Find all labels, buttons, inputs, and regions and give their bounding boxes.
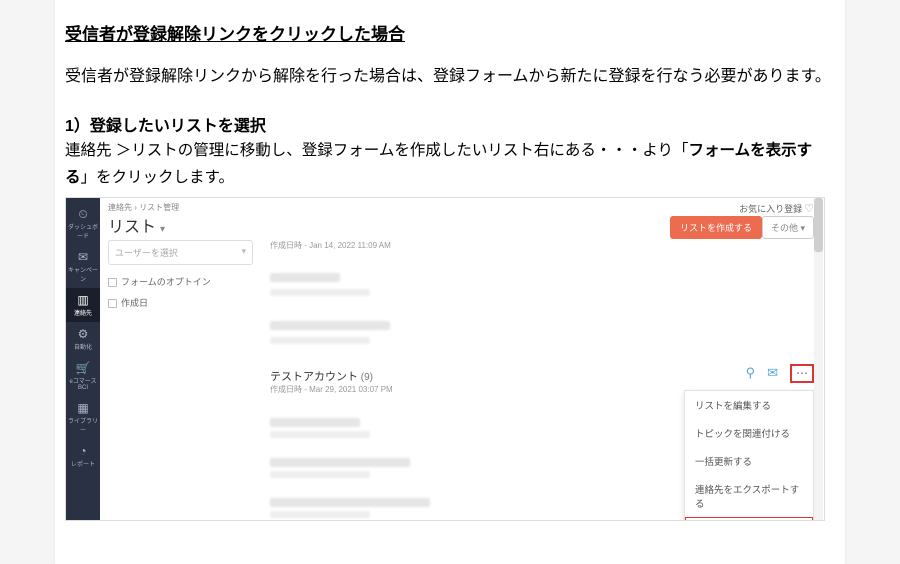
filter-optin-checkbox[interactable]: フォームのオプトイン <box>108 275 253 288</box>
section-description: 受信者が登録解除リンクから解除を行った場合は、登録フォームから新たに登録を行なう… <box>65 63 835 90</box>
nav-label: 自動化 <box>74 345 92 351</box>
section-title: 受信者が登録解除リンクをクリックした場合 <box>65 20 835 45</box>
nav-item-5[interactable]: ▦ ライブラリー <box>66 396 100 439</box>
favorites-toggle[interactable]: お気に入り登録♡ <box>739 202 814 215</box>
step-desc-text-2: 」をクリックします。 <box>81 169 234 186</box>
filter-panel: ユーザーを選択 フォームのオプトイン 作成日 <box>108 240 253 317</box>
nav-label: ライブラリー <box>68 419 98 434</box>
chevron-down-icon[interactable]: ▾ <box>160 224 165 235</box>
list-row-name: テストアカウント <box>270 371 358 383</box>
step-title: 1）登録したいリストを選択 <box>65 112 835 136</box>
page-title: リスト▾ <box>108 213 165 237</box>
nav-label: レポート <box>71 462 95 468</box>
user-select[interactable]: ユーザーを選択 <box>108 240 253 265</box>
list-area: 作成日時 - Jan 14, 2022 11:09 AM テストアカウント (9… <box>270 240 814 520</box>
main-area: 連絡先 › リスト管理 リスト▾ お気に入り登録♡ リストを作成する その他 ▾… <box>100 198 824 520</box>
dropdown-item[interactable]: 一括更新する <box>685 447 813 475</box>
nav-icon: ▥ <box>66 294 100 306</box>
create-list-button[interactable]: リストを作成する <box>670 216 762 239</box>
nav-sidebar: ⏲ ダッシュボード ✉ キャンペーン ▥ 連絡先 ⚙ 自動化 🛒 eコマース BCI ▦ ライブラリー… <box>66 198 100 520</box>
filter-created-checkbox[interactable]: 作成日 <box>108 296 253 309</box>
contacts-icon[interactable]: ⚲ <box>746 365 756 381</box>
step-description: 連絡先 ＞リストの管理に移動し、登録フォームを作成したいリスト右にある・・・より… <box>65 138 835 191</box>
heart-icon: ♡ <box>804 203 814 215</box>
dropdown-item[interactable]: 連絡先をエクスポートする <box>685 475 813 517</box>
nav-icon: 🛒 <box>66 362 100 374</box>
mail-icon[interactable]: ✉ <box>767 365 778 381</box>
dropdown-item[interactable]: リストを編集する <box>685 391 813 419</box>
dropdown-item[interactable]: フォームを表示する <box>685 517 813 521</box>
nav-icon: ⏲ <box>66 208 100 220</box>
nav-icon: ◔ <box>66 445 100 457</box>
nav-icon: ⚙ <box>66 328 100 340</box>
step-desc-text-1: 連絡先 ＞リストの管理に移動し、登録フォームを作成したいリスト右にある・・・より… <box>65 142 689 159</box>
more-actions-button[interactable]: ⋯ <box>790 364 814 383</box>
nav-item-4[interactable]: 🛒 eコマース BCI <box>66 356 100 396</box>
app-screenshot: ⏲ ダッシュボード ✉ キャンペーン ▥ 連絡先 ⚙ 自動化 🛒 eコマース BCI ▦ ライブラリー… <box>65 197 825 521</box>
nav-item-1[interactable]: ✉ キャンペーン <box>66 245 100 288</box>
row-actions-dropdown: リストを編集するトピックを関連付ける一括更新する連絡先をエクスポートするフォーム… <box>684 390 814 521</box>
list-row-count: (9) <box>361 372 373 383</box>
list-row: 作成日時 - Jan 14, 2022 11:09 AM <box>270 240 814 267</box>
other-button[interactable]: その他 ▾ <box>762 216 814 239</box>
scrollbar-thumb[interactable] <box>814 198 823 252</box>
nav-label: 連絡先 <box>74 311 92 317</box>
nav-label: キャンペーン <box>68 268 98 283</box>
breadcrumb: 連絡先 › リスト管理 <box>108 202 179 213</box>
nav-label: ダッシュボード <box>68 225 98 240</box>
nav-icon: ✉ <box>66 251 100 263</box>
chevron-down-icon: ▾ <box>800 223 805 233</box>
nav-item-2[interactable]: ▥ 連絡先 <box>66 288 100 322</box>
nav-label: eコマース BCI <box>69 379 96 391</box>
list-row-date: 作成日時 - Jan 14, 2022 11:09 AM <box>270 240 814 251</box>
nav-item-0[interactable]: ⏲ ダッシュボード <box>66 202 100 245</box>
dropdown-item[interactable]: トピックを関連付ける <box>685 419 813 447</box>
nav-item-3[interactable]: ⚙ 自動化 <box>66 322 100 356</box>
nav-item-6[interactable]: ◔ レポート <box>66 439 100 473</box>
nav-icon: ▦ <box>66 402 100 414</box>
